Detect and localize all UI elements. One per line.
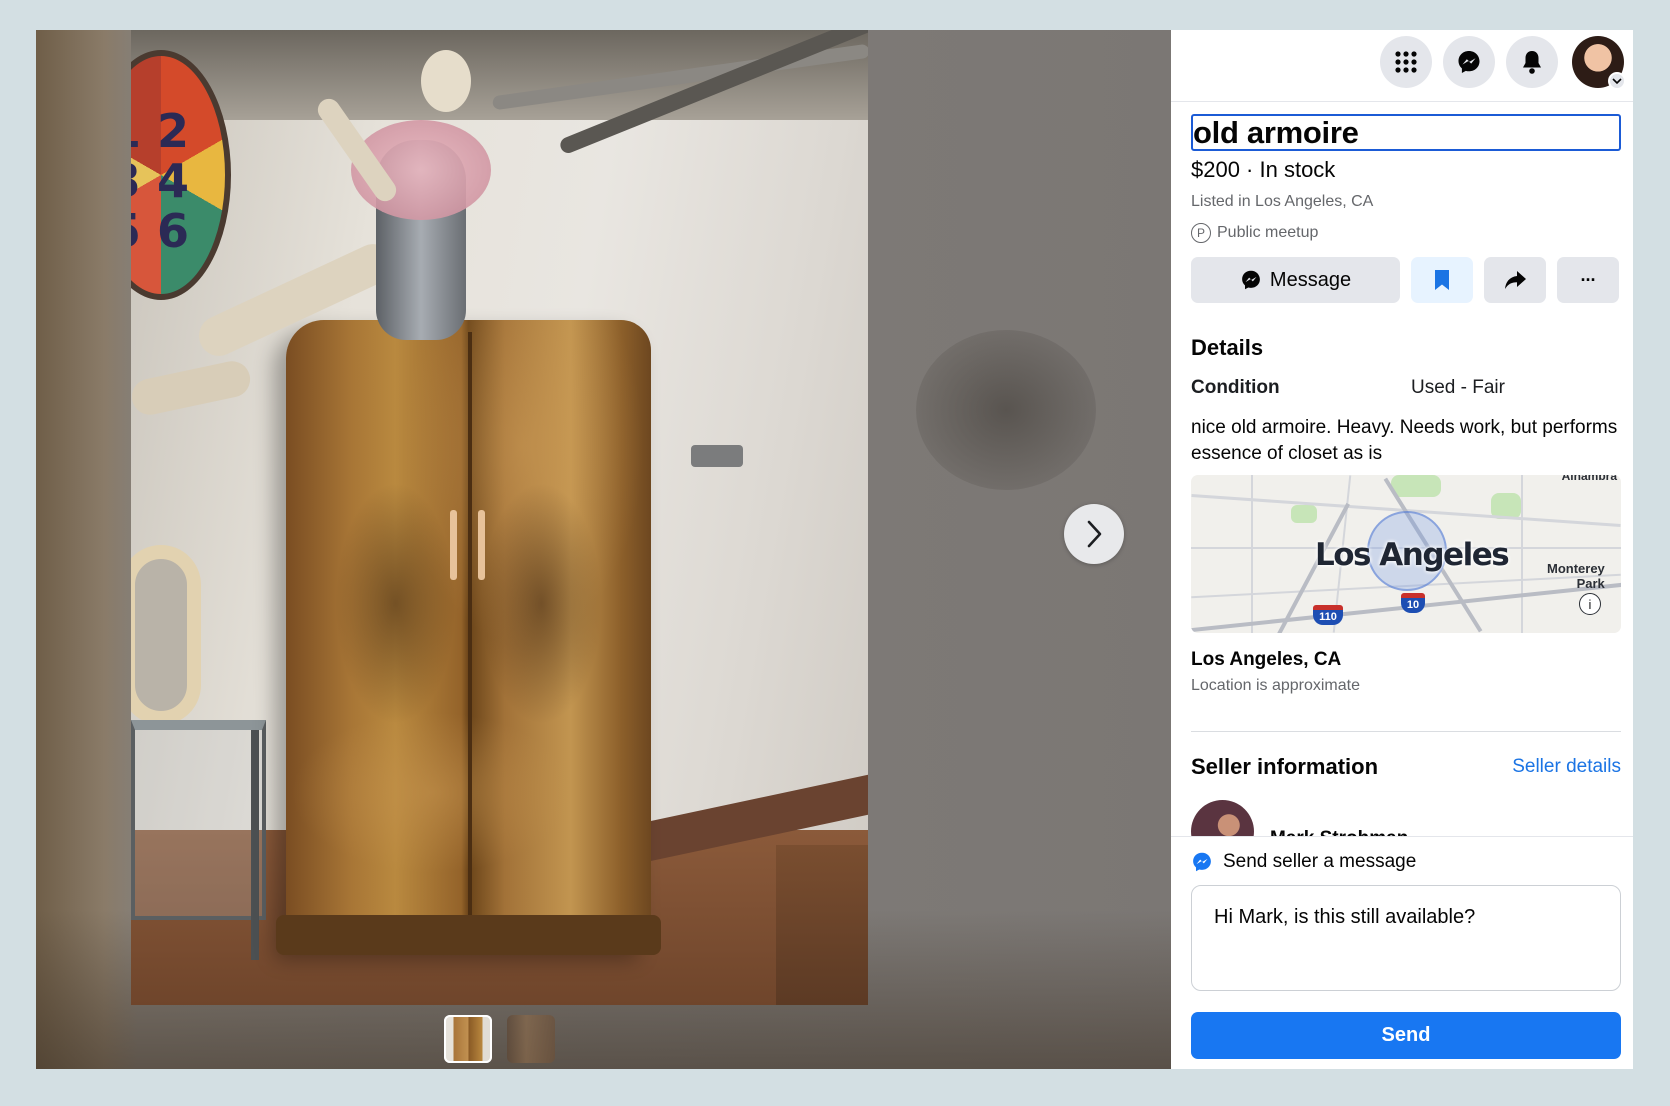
seller-header: Seller information Seller details bbox=[1191, 754, 1621, 780]
message-button[interactable]: Message bbox=[1191, 257, 1400, 303]
composer-header: Send seller a message bbox=[1191, 851, 1613, 873]
mannequin-head bbox=[421, 50, 471, 112]
messenger-button[interactable] bbox=[1443, 36, 1495, 88]
listing-panel: old armoire $200 · In stock Listed in Lo… bbox=[1171, 30, 1633, 1069]
photo-table-leg bbox=[251, 730, 259, 960]
photo-glass-table bbox=[131, 720, 266, 920]
location-map[interactable]: Alhambra Los Angeles Monterey Park 110 1… bbox=[1191, 475, 1621, 633]
menu-button[interactable] bbox=[1380, 36, 1432, 88]
thumbnail-1[interactable] bbox=[444, 1015, 492, 1063]
thumbnail-2[interactable] bbox=[507, 1015, 555, 1063]
photo-viewer: 1 2 3 4 5 6 bbox=[36, 30, 1171, 1069]
section-divider bbox=[1191, 731, 1621, 732]
location-note: Location is approximate bbox=[1191, 677, 1360, 694]
map-road bbox=[1251, 475, 1253, 633]
map-park bbox=[1391, 475, 1441, 497]
chevron-right-icon bbox=[1087, 520, 1102, 548]
meetup-row: P Public meetup bbox=[1191, 223, 1621, 243]
share-button[interactable] bbox=[1484, 257, 1546, 303]
menu-grid-icon bbox=[1395, 51, 1417, 73]
more-options-button[interactable]: ··· bbox=[1557, 257, 1619, 303]
meetup-label: Public meetup bbox=[1217, 224, 1319, 241]
details-heading: Details bbox=[1191, 335, 1264, 360]
public-meetup-icon: P bbox=[1191, 223, 1211, 243]
photo-mirror bbox=[131, 545, 201, 725]
messenger-icon bbox=[1242, 270, 1260, 290]
notifications-button[interactable] bbox=[1506, 36, 1558, 88]
listing-location: Listed in Los Angeles, CA bbox=[1191, 193, 1374, 210]
map-info-icon[interactable]: i bbox=[1579, 593, 1601, 615]
interstate-shield-10: 10 bbox=[1401, 593, 1425, 613]
action-buttons: Message ··· bbox=[1191, 257, 1621, 303]
bookmark-icon bbox=[1435, 270, 1449, 290]
messenger-icon bbox=[1458, 51, 1480, 73]
top-bar bbox=[1171, 30, 1633, 102]
armoire-handle bbox=[478, 510, 485, 580]
composer-heading: Send seller a message bbox=[1223, 851, 1417, 872]
seller-heading: Seller information bbox=[1191, 754, 1379, 779]
messenger-icon bbox=[1193, 852, 1211, 872]
message-composer: Send seller a message Hi Mark, is this s… bbox=[1171, 836, 1633, 1069]
chevron-down-icon bbox=[1608, 72, 1626, 90]
armoire-handle bbox=[450, 510, 457, 580]
photo-wall-fixture bbox=[691, 445, 743, 467]
app-frame: 1 2 3 4 5 6 bbox=[36, 30, 1633, 1069]
map-city-label: Los Angeles bbox=[1315, 537, 1510, 573]
message-button-label: Message bbox=[1269, 268, 1352, 291]
condition-label: Condition bbox=[1191, 377, 1280, 398]
map-label-alhambra: Alhambra bbox=[1561, 475, 1617, 483]
map-label-line: Monterey bbox=[1547, 561, 1605, 576]
map-label-monterey-park: Monterey Park bbox=[1547, 561, 1605, 591]
more-icon: ··· bbox=[1580, 269, 1597, 290]
send-button[interactable]: Send bbox=[1191, 1012, 1621, 1059]
mannequin-leg bbox=[131, 357, 254, 419]
listing-photo: 1 2 3 4 5 6 bbox=[131, 30, 868, 1005]
listing-content: old armoire $200 · In stock Listed in Lo… bbox=[1191, 102, 1621, 844]
notifications-bell-icon bbox=[1523, 51, 1541, 74]
condition-value: Used - Fair bbox=[1411, 377, 1505, 398]
interstate-shield-110: 110 bbox=[1313, 605, 1343, 625]
map-road bbox=[1521, 475, 1523, 633]
photo-mannequin bbox=[131, 50, 511, 460]
photo-side-table bbox=[776, 845, 868, 1005]
photo-thumbnails bbox=[444, 1015, 555, 1063]
map-label-line: Park bbox=[1576, 576, 1605, 591]
listing-title: old armoire bbox=[1191, 114, 1621, 151]
share-icon bbox=[1505, 271, 1526, 289]
location-name: Los Angeles, CA bbox=[1191, 649, 1342, 670]
map-park bbox=[1291, 505, 1317, 523]
mannequin-leg bbox=[192, 237, 400, 363]
message-input[interactable]: Hi Mark, is this still available? bbox=[1191, 885, 1621, 991]
next-photo-button[interactable] bbox=[1064, 504, 1124, 564]
listing-price-status: $200 · In stock bbox=[1191, 157, 1336, 182]
seller-details-link[interactable]: Seller details bbox=[1512, 756, 1621, 778]
armoire-base bbox=[276, 915, 661, 955]
background-blur bbox=[916, 330, 1096, 490]
save-button[interactable] bbox=[1411, 257, 1473, 303]
profile-avatar[interactable] bbox=[1572, 36, 1626, 90]
condition-row: Condition Used - Fair bbox=[1191, 377, 1621, 399]
listing-description: nice old armoire. Heavy. Needs work, but… bbox=[1191, 417, 1618, 464]
